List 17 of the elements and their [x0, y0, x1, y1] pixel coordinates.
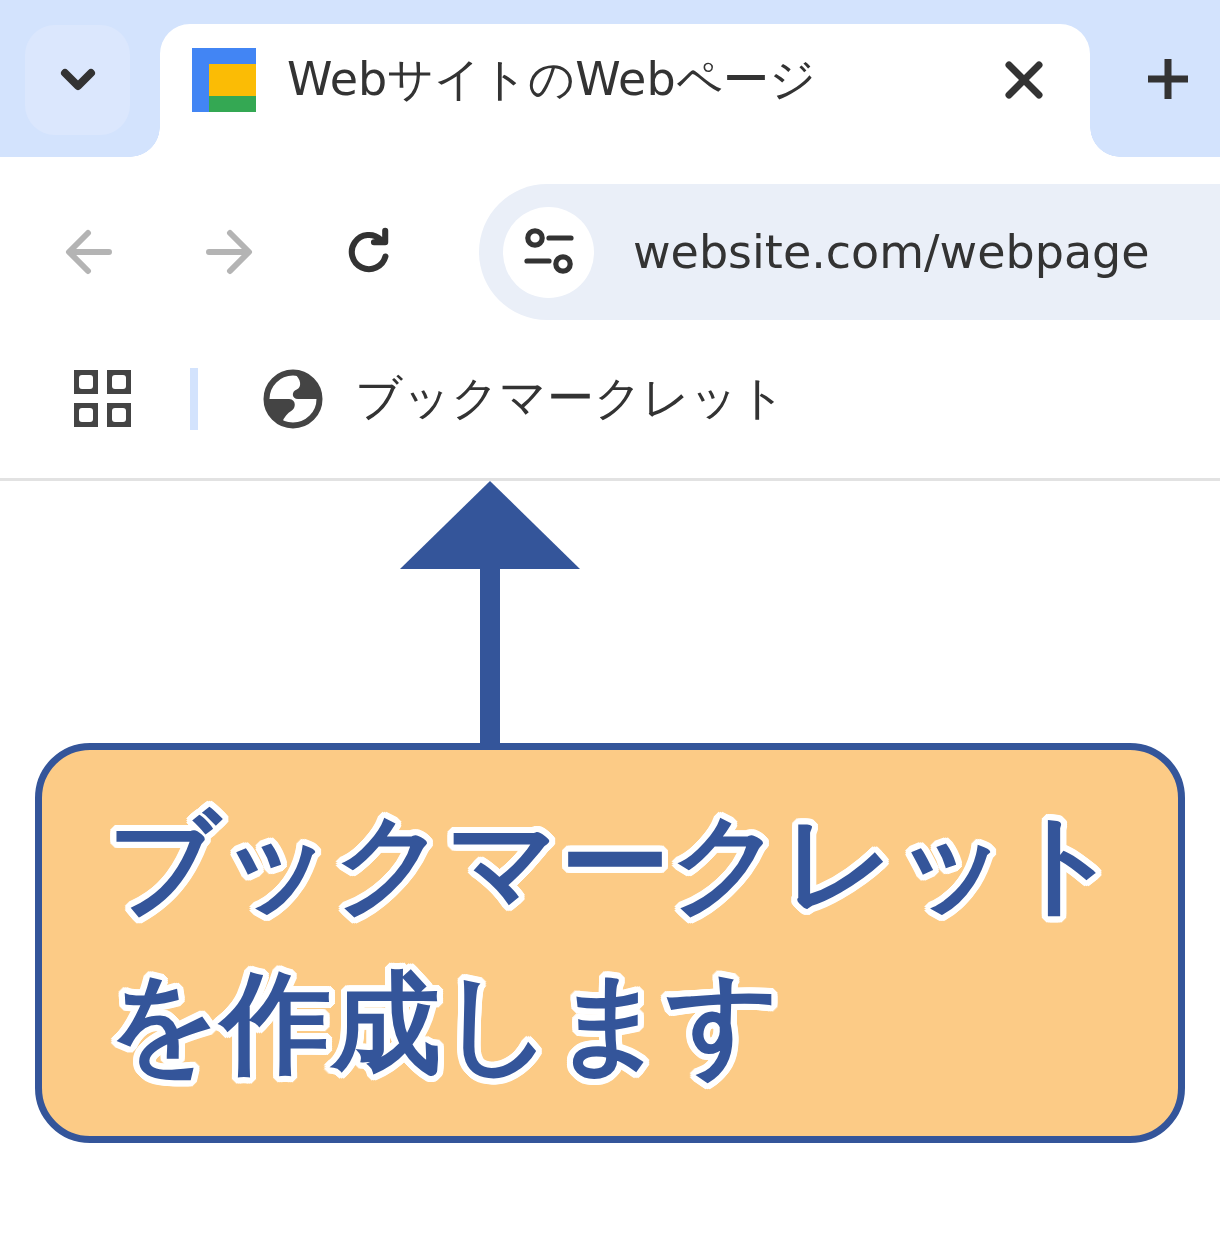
globe-icon [263, 368, 323, 429]
tab-list-button[interactable] [25, 25, 130, 135]
apps-grid-icon[interactable] [74, 370, 131, 427]
url-text: website.com/webpage [633, 225, 1150, 279]
tune-icon [522, 227, 575, 277]
plus-icon [1148, 58, 1188, 99]
arrow-right-icon [205, 228, 253, 276]
callout-text: ブックマークレットを作成します [108, 798, 1123, 1089]
bookmark-item[interactable]: ブックマークレット [263, 367, 786, 430]
browser-tab[interactable]: WebサイトのWebページ [160, 24, 1090, 157]
close-icon [1005, 61, 1043, 99]
favicon-icon [192, 48, 256, 112]
new-tab-button[interactable] [1146, 56, 1190, 101]
close-tab-button[interactable] [1004, 60, 1044, 100]
arrow-left-icon [65, 228, 113, 276]
chevron-down-icon [59, 68, 96, 92]
address-field[interactable]: website.com/webpage [479, 184, 1220, 320]
